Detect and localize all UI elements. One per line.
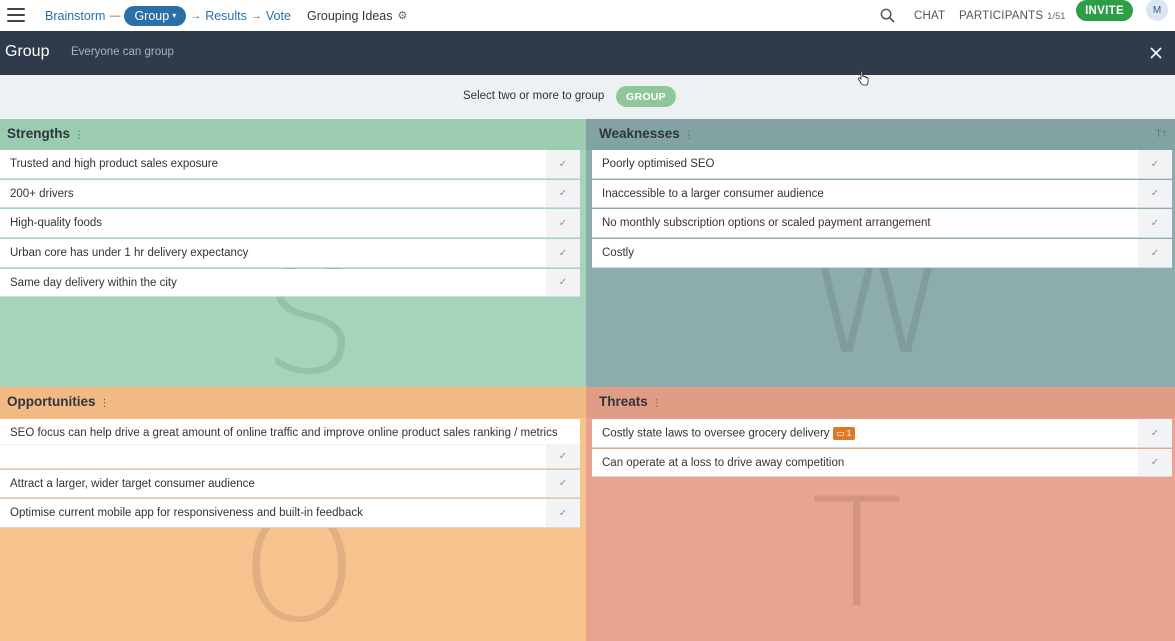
quadrant-title[interactable]: Strengths ⋮ (7, 126, 84, 141)
board-title[interactable]: Grouping Ideas ⚙ (307, 0, 407, 31)
idea-card[interactable]: High-quality foods ✓ (0, 209, 580, 238)
gear-icon[interactable]: ⚙ (397, 9, 407, 22)
chevron-down-icon: ▾ (172, 11, 177, 20)
idea-card-text: SEO focus can help drive a great amount … (10, 427, 558, 439)
idea-card[interactable]: Urban core has under 1 hr delivery expec… (0, 239, 580, 268)
quadrant-title[interactable]: Weaknesses ⋮ (599, 126, 694, 141)
idea-card-text: Urban core has under 1 hr delivery expec… (10, 247, 249, 259)
idea-card[interactable]: Trusted and high product sales exposure … (0, 150, 580, 179)
quadrant-header: Threats ⋮ (586, 387, 1175, 418)
quadrant-header: Strengths ⋮ (0, 119, 586, 150)
crumb-results[interactable]: Results (205, 9, 247, 23)
idea-card-text: No monthly subscription options or scale… (602, 217, 931, 229)
hand-cursor-icon (858, 71, 869, 86)
top-nav: Brainstorm — Group ▾ → Results → Vote Gro… (0, 0, 1175, 31)
participants-label: PARTICIPANTS (959, 9, 1044, 22)
arrow-right-icon: → (250, 9, 262, 22)
quadrant-header: Opportunities ⋮ (0, 387, 586, 418)
quadrant-opportunities: O Opportunities ⋮ SEO focus can help driv… (0, 387, 586, 641)
comment-count: 1 (846, 428, 852, 438)
group-header: Group Everyone can group (0, 31, 1175, 75)
more-options-icon[interactable]: ⋮ (684, 130, 694, 141)
idea-card[interactable]: No monthly subscription options or scale… (592, 209, 1172, 238)
check-icon[interactable]: ✓ (546, 470, 580, 497)
page-subtitle: Everyone can group (71, 46, 174, 58)
crumb-brainstorm[interactable]: Brainstorm (45, 9, 105, 23)
idea-card[interactable]: Same day delivery within the city ✓ (0, 269, 580, 297)
quadrant-strengths: S Strengths ⋮ Trusted and high product sa… (0, 119, 586, 387)
more-options-icon[interactable]: ⋮ (652, 398, 662, 409)
idea-card-text: Trusted and high product sales exposure (10, 158, 218, 170)
idea-card-text: Inaccessible to a larger consumer audien… (602, 187, 824, 200)
crumb-group[interactable]: Group ▾ (124, 5, 187, 26)
search-icon[interactable] (880, 8, 895, 23)
crumb-vote[interactable]: Vote (266, 9, 291, 23)
idea-card-text: Same day delivery within the city (10, 276, 177, 289)
idea-card-text: Can operate at a loss to drive away comp… (602, 456, 845, 469)
instruction-bar: Select two or more to group GROUP (0, 75, 1175, 119)
idea-card-text: 200+ drivers (10, 187, 74, 200)
watermark-letter: T (811, 467, 903, 641)
group-button[interactable]: GROUP (616, 86, 676, 107)
chat-link[interactable]: CHAT (914, 0, 945, 31)
quadrant-title[interactable]: Threats ⋮ (599, 394, 662, 409)
idea-card[interactable]: Costly ✓ (592, 239, 1172, 268)
comment-badge[interactable]: ▭ 1 (832, 426, 856, 440)
idea-card-text: Optimise current mobile app for responsi… (10, 507, 363, 519)
check-icon[interactable]: ✓ (546, 150, 580, 178)
text-size-icon[interactable]: Tт (1155, 128, 1167, 140)
quadrant-title-label: Opportunities (7, 394, 96, 409)
check-icon[interactable]: ✓ (1138, 449, 1172, 476)
participants-link[interactable]: PARTICIPANTS 1/51 (959, 0, 1066, 31)
idea-card[interactable]: 200+ drivers ✓ (0, 180, 580, 208)
breadcrumb: Brainstorm — Group ▾ → Results → Vote (45, 0, 291, 31)
quadrant-title[interactable]: Opportunities ⋮ (7, 394, 110, 409)
instruction-text: Select two or more to group (463, 90, 605, 102)
participants-count: 1/51 (1047, 10, 1066, 21)
idea-card-text: Poorly optimised SEO (602, 158, 715, 170)
check-icon[interactable]: ✓ (546, 239, 580, 267)
more-options-icon[interactable]: ⋮ (74, 130, 84, 141)
check-icon[interactable]: ✓ (546, 209, 580, 237)
check-icon[interactable]: ✓ (546, 444, 580, 468)
card-divider (0, 444, 546, 468)
check-icon[interactable]: ✓ (1138, 209, 1172, 237)
check-icon[interactable]: ✓ (1138, 180, 1172, 207)
idea-card[interactable]: SEO focus can help drive a great amount … (0, 419, 580, 469)
arrow-right-icon: — (109, 9, 121, 22)
more-options-icon[interactable]: ⋮ (100, 398, 110, 409)
quadrant-threats: T Threats ⋮ Costly state laws to oversee … (586, 387, 1175, 641)
idea-card[interactable]: Attract a larger, wider target consumer … (0, 470, 580, 498)
check-icon[interactable]: ✓ (1138, 419, 1172, 447)
arrow-right-icon: → (190, 9, 202, 22)
board-title-label: Grouping Ideas (307, 8, 393, 23)
quadrant-title-label: Strengths (7, 126, 71, 141)
check-icon[interactable]: ✓ (546, 180, 580, 207)
check-icon[interactable]: ✓ (1138, 150, 1172, 178)
idea-card-text: Costly (602, 247, 634, 259)
invite-button[interactable]: INVITE (1076, 0, 1133, 21)
idea-card-text: Costly state laws to oversee grocery del… (592, 426, 1172, 440)
idea-card[interactable]: Can operate at a loss to drive away comp… (592, 449, 1172, 477)
idea-card-text: Attract a larger, wider target consumer … (10, 477, 255, 490)
quadrant-weaknesses: W Weaknesses ⋮ Tт Poorly optimised SEO ✓ … (586, 119, 1175, 387)
crumb-group-label: Group (134, 8, 170, 23)
check-icon[interactable]: ✓ (546, 269, 580, 296)
page-title: Group (5, 43, 50, 60)
idea-card-label: Costly state laws to oversee grocery del… (602, 427, 830, 440)
avatar[interactable]: M (1146, 0, 1168, 21)
quadrant-header: Weaknesses ⋮ Tт (586, 119, 1175, 150)
idea-card[interactable]: Optimise current mobile app for responsi… (0, 499, 580, 528)
check-icon[interactable]: ✓ (1138, 239, 1172, 267)
idea-card[interactable]: Poorly optimised SEO ✓ (592, 150, 1172, 179)
comment-icon: ▭ (836, 427, 845, 438)
idea-card[interactable]: Inaccessible to a larger consumer audien… (592, 180, 1172, 208)
quadrant-title-label: Weaknesses (599, 126, 680, 141)
idea-card[interactable]: Costly state laws to oversee grocery del… (592, 419, 1172, 448)
idea-card-text: High-quality foods (10, 217, 103, 229)
quadrant-title-label: Threats (599, 394, 648, 409)
close-icon[interactable] (1150, 47, 1162, 59)
menu-icon[interactable] (7, 8, 25, 22)
check-icon[interactable]: ✓ (546, 499, 580, 527)
